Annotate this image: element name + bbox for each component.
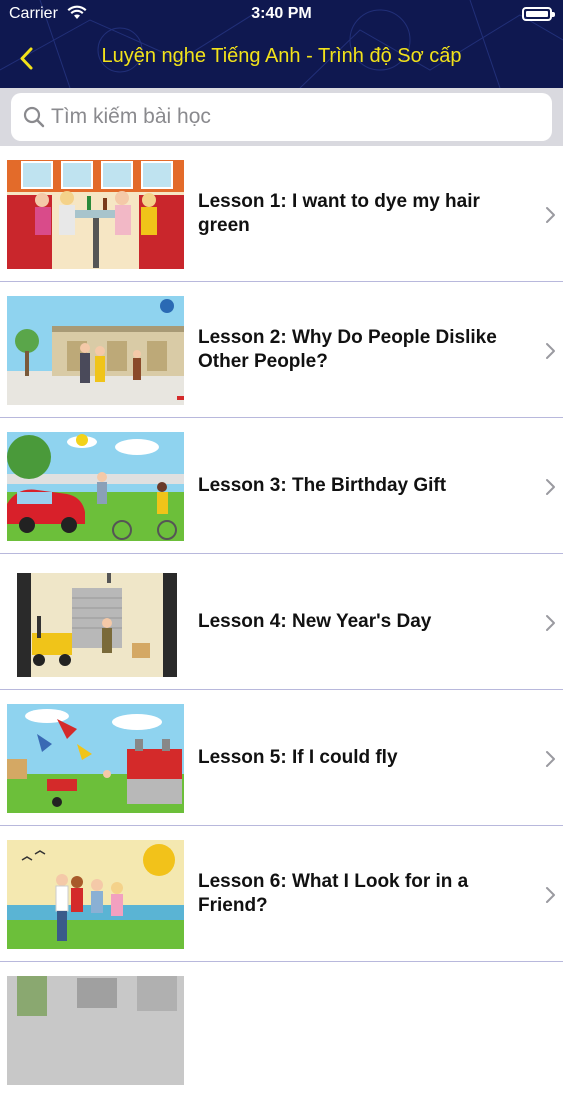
lesson-4-thumbnail <box>7 568 184 677</box>
lesson-6-title: Lesson 6: What I Look for in a Friend? <box>198 871 469 916</box>
search-input[interactable] <box>51 99 541 135</box>
status-time: 3:40 PM <box>251 5 312 22</box>
search-bar[interactable] <box>11 93 552 141</box>
lesson-2-title: Lesson 2: Why Do People Dislike Other Pe… <box>198 327 497 372</box>
lesson-2-thumbnail <box>7 296 184 405</box>
lesson-row-2[interactable]: Lesson 2: Why Do People Dislike Other Pe… <box>0 282 563 418</box>
chevron-right-icon <box>546 751 555 767</box>
navigation-bar: Luyện nghe Tiếng Anh - Trình độ Sơ cấp <box>0 28 563 88</box>
lesson-5-title: Lesson 5: If I could fly <box>198 747 398 768</box>
lesson-row-7[interactable] <box>0 962 563 1098</box>
page-title: Luyện nghe Tiếng Anh - Trình độ Sơ cấp <box>101 45 462 67</box>
search-bar-container <box>0 88 563 146</box>
chevron-right-icon <box>546 887 555 903</box>
chevron-right-icon <box>546 479 555 495</box>
lesson-6-thumbnail <box>7 840 184 949</box>
lesson-row-3[interactable]: Lesson 3: The Birthday Gift <box>0 418 563 554</box>
lesson-4-title: Lesson 4: New Year's Day <box>198 611 432 632</box>
lesson-1-thumbnail <box>7 160 184 269</box>
search-icon <box>23 106 45 133</box>
lesson-5-thumbnail <box>7 704 184 813</box>
lesson-row-4[interactable]: Lesson 4: New Year's Day <box>0 554 563 690</box>
battery-icon <box>522 7 555 21</box>
lesson-3-title: Lesson 3: The Birthday Gift <box>198 475 447 496</box>
lesson-1-title: Lesson 1: I want to dye my hair green <box>198 191 480 236</box>
lesson-row-1[interactable]: Lesson 1: I want to dye my hair green <box>0 146 563 282</box>
lesson-7-title <box>198 962 518 1098</box>
lesson-7-thumbnail <box>7 976 184 1085</box>
lesson-row-6[interactable]: Lesson 6: What I Look for in a Friend? <box>0 826 563 962</box>
lesson-list: Lesson 1: I want to dye my hair green Le… <box>0 146 563 1098</box>
app-header: Carrier 3:40 PM Luyện nghe Tiếng Anh - T… <box>0 0 563 88</box>
status-bar: Carrier 3:40 PM <box>0 0 563 28</box>
lesson-row-5[interactable]: Lesson 5: If I could fly <box>0 690 563 826</box>
chevron-right-icon <box>546 207 555 223</box>
chevron-right-icon <box>546 615 555 631</box>
chevron-right-icon <box>546 343 555 359</box>
lesson-3-thumbnail <box>7 432 184 541</box>
